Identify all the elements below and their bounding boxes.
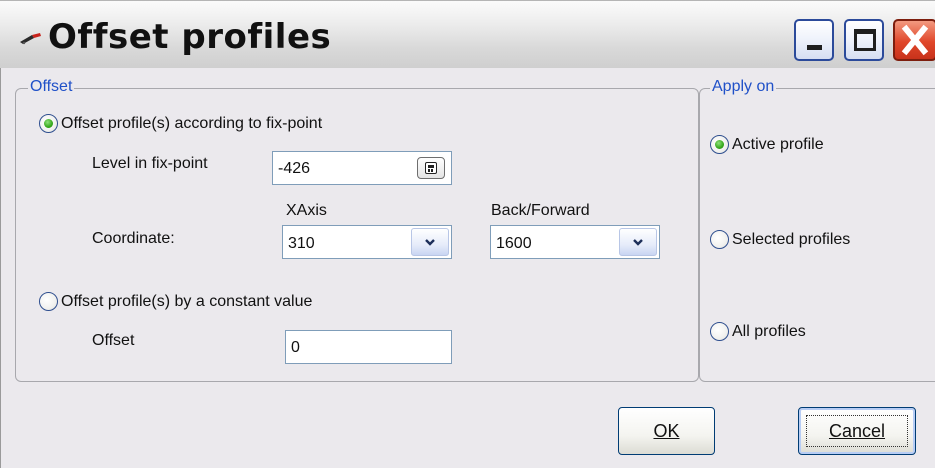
- radio-offset-constant-label: Offset profile(s) by a constant value: [61, 292, 313, 310]
- level-in-fixpoint-input[interactable]: -426: [272, 151, 452, 185]
- maximize-icon: [854, 29, 876, 51]
- dialog-client-area: Offset Offset profile(s) according to fi…: [0, 68, 935, 468]
- radio-all-profiles-label: All profiles: [732, 322, 806, 340]
- radio-offset-fixpoint[interactable]: Offset profile(s) according to fix-point: [39, 114, 322, 133]
- xaxis-combobox[interactable]: 310: [282, 225, 452, 259]
- backforward-header: Back/Forward: [491, 202, 590, 219]
- offset-value: 0: [291, 339, 300, 356]
- radio-selected-profiles-label: Selected profiles: [732, 230, 851, 248]
- title-bar[interactable]: Offset profiles: [0, 0, 935, 68]
- offset-group-legend: Offset: [28, 78, 75, 96]
- radio-unchecked-icon: [39, 292, 58, 311]
- radio-checked-icon: [39, 114, 58, 133]
- radio-active-profile[interactable]: Active profile: [710, 135, 824, 154]
- radio-unchecked-icon: [710, 230, 729, 249]
- offset-groupbox: Offset Offset profile(s) according to fi…: [15, 78, 699, 382]
- xaxis-header: XAxis: [286, 202, 327, 219]
- ok-button-label: OK: [653, 420, 680, 441]
- level-in-fixpoint-label: Level in fix-point: [92, 155, 208, 172]
- radio-checked-icon: [710, 135, 729, 154]
- close-button[interactable]: [893, 19, 935, 61]
- radio-selected-profiles[interactable]: Selected profiles: [710, 230, 850, 249]
- chevron-down-icon: [633, 239, 643, 246]
- minimize-icon: [807, 45, 822, 50]
- backforward-dropdown-button[interactable]: [619, 228, 657, 256]
- coordinate-label: Coordinate:: [92, 230, 175, 247]
- maximize-button[interactable]: [844, 19, 884, 61]
- xaxis-dropdown-button[interactable]: [411, 228, 449, 256]
- close-icon: [901, 24, 929, 56]
- ok-button[interactable]: OK: [618, 407, 715, 455]
- calculator-button[interactable]: [417, 157, 445, 179]
- radio-unchecked-icon: [710, 322, 729, 341]
- offset-input[interactable]: 0: [285, 330, 452, 364]
- chevron-down-icon: [425, 239, 435, 246]
- apply-on-groupbox: Apply on Active profile Selected profile…: [699, 78, 935, 382]
- backforward-value: 1600: [496, 235, 532, 252]
- minimize-button[interactable]: [794, 19, 834, 61]
- xaxis-value: 310: [288, 235, 315, 252]
- cancel-button[interactable]: Cancel: [798, 407, 916, 455]
- radio-offset-constant[interactable]: Offset profile(s) by a constant value: [39, 292, 312, 311]
- offset-profiles-window: Offset profiles Offset Offset profile(s)…: [0, 0, 935, 468]
- radio-offset-fixpoint-label: Offset profile(s) according to fix-point: [61, 114, 323, 132]
- level-in-fixpoint-value: -426: [278, 160, 311, 177]
- app-icon: [20, 33, 41, 45]
- offset-label: Offset: [92, 332, 135, 349]
- apply-on-group-legend: Apply on: [710, 78, 777, 96]
- backforward-combobox[interactable]: 1600: [490, 225, 660, 259]
- calculator-icon: [425, 162, 437, 174]
- window-title: Offset profiles: [48, 17, 332, 57]
- radio-active-profile-label: Active profile: [732, 135, 824, 153]
- radio-all-profiles[interactable]: All profiles: [710, 322, 806, 341]
- focus-rectangle: [806, 415, 908, 447]
